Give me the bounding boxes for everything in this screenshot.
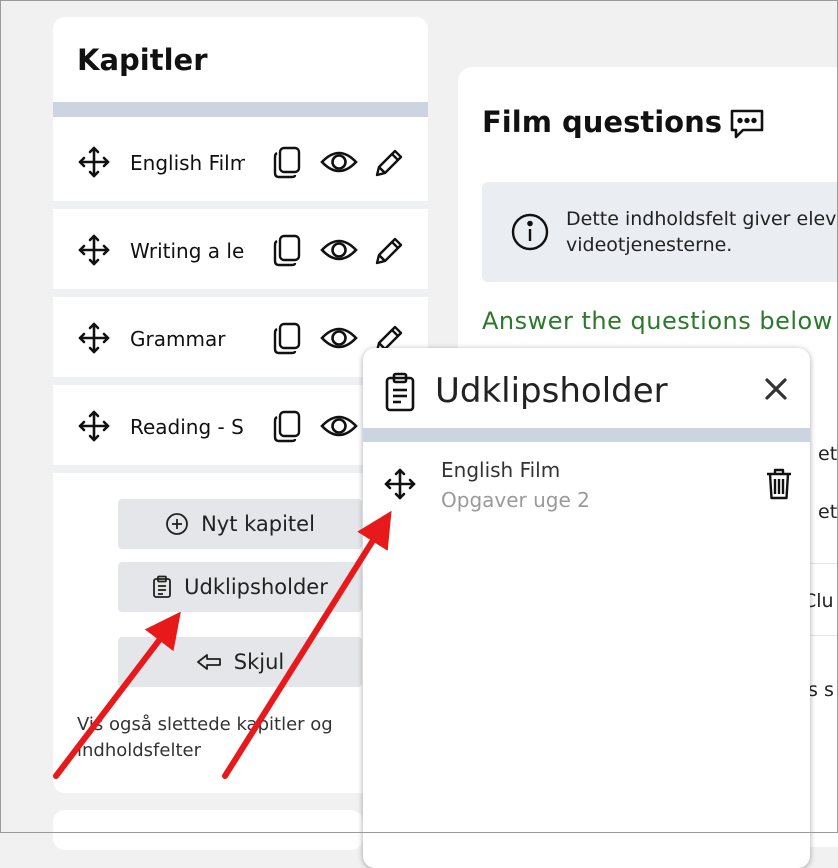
chapter-row[interactable]: Writing a letter <box>53 209 428 289</box>
move-icon[interactable] <box>78 410 110 442</box>
panel-divider <box>53 102 428 117</box>
clipboard-item-subtitle: Opgaver uge 2 <box>441 488 590 512</box>
clipboard-title: Udklipsholder <box>435 371 668 411</box>
partial-text: et <box>818 443 838 465</box>
row-separator <box>53 289 428 297</box>
partial-text: s s <box>808 679 834 701</box>
chapter-title[interactable]: Reading - Short stories <box>130 415 245 439</box>
chapter-row[interactable]: English Film <box>53 121 428 201</box>
move-icon[interactable] <box>78 234 110 266</box>
clipboard-panel: Udklipsholder English Film Opgaver uge 2 <box>363 348 810 868</box>
partial-text: et <box>818 501 838 523</box>
info-icon <box>511 213 549 251</box>
move-icon[interactable] <box>78 322 110 354</box>
copy-icon[interactable] <box>272 322 302 356</box>
clipboard-icon <box>153 575 172 598</box>
chapter-title[interactable]: Writing a letter <box>130 239 245 263</box>
clipboard-item-name: English Film <box>441 458 561 482</box>
hide-button[interactable]: Skjul <box>118 637 362 687</box>
clipboard-divider <box>363 428 810 442</box>
chapter-title[interactable]: Grammar <box>130 327 245 351</box>
content-title: Film questions <box>482 105 722 139</box>
new-chapter-label: Nyt kapitel <box>201 512 315 536</box>
new-chapter-button[interactable]: Nyt kapitel <box>118 499 362 549</box>
show-deleted-toggle[interactable]: Vis også slettede kapitler og indholdsfe… <box>77 712 367 764</box>
copy-icon[interactable] <box>272 234 302 268</box>
eye-icon[interactable] <box>320 412 358 440</box>
hide-label: Skjul <box>233 650 285 674</box>
clipboard-icon <box>385 372 415 412</box>
clipboard-button[interactable]: Udklipsholder <box>118 562 362 612</box>
move-icon[interactable] <box>384 468 416 500</box>
pencil-icon[interactable] <box>373 235 405 267</box>
clipboard-label: Udklipsholder <box>184 575 328 599</box>
chapter-title[interactable]: English Film <box>130 151 245 175</box>
eye-icon[interactable] <box>320 148 358 176</box>
eye-icon[interactable] <box>320 236 358 264</box>
arrow-left-icon <box>196 654 221 670</box>
plus-circle-icon <box>166 513 188 535</box>
move-icon[interactable] <box>78 146 110 178</box>
info-text: Dette indholdsfelt giver eleverne videot… <box>566 208 838 256</box>
answer-instruction: Answer the questions below <box>482 307 833 335</box>
row-separator <box>53 201 428 209</box>
comment-icon[interactable] <box>729 108 765 140</box>
copy-icon[interactable] <box>272 146 302 180</box>
eye-icon[interactable] <box>320 324 358 352</box>
copy-icon[interactable] <box>272 410 302 444</box>
trash-icon[interactable] <box>765 468 793 500</box>
panel-title: Kapitler <box>77 43 208 77</box>
clipboard-item[interactable]: English Film Opgaver uge 2 <box>363 444 810 524</box>
close-icon[interactable] <box>763 376 789 402</box>
info-box: Dette indholdsfelt giver eleverne videot… <box>482 182 838 282</box>
pencil-icon[interactable] <box>373 147 405 179</box>
next-card <box>53 810 363 850</box>
